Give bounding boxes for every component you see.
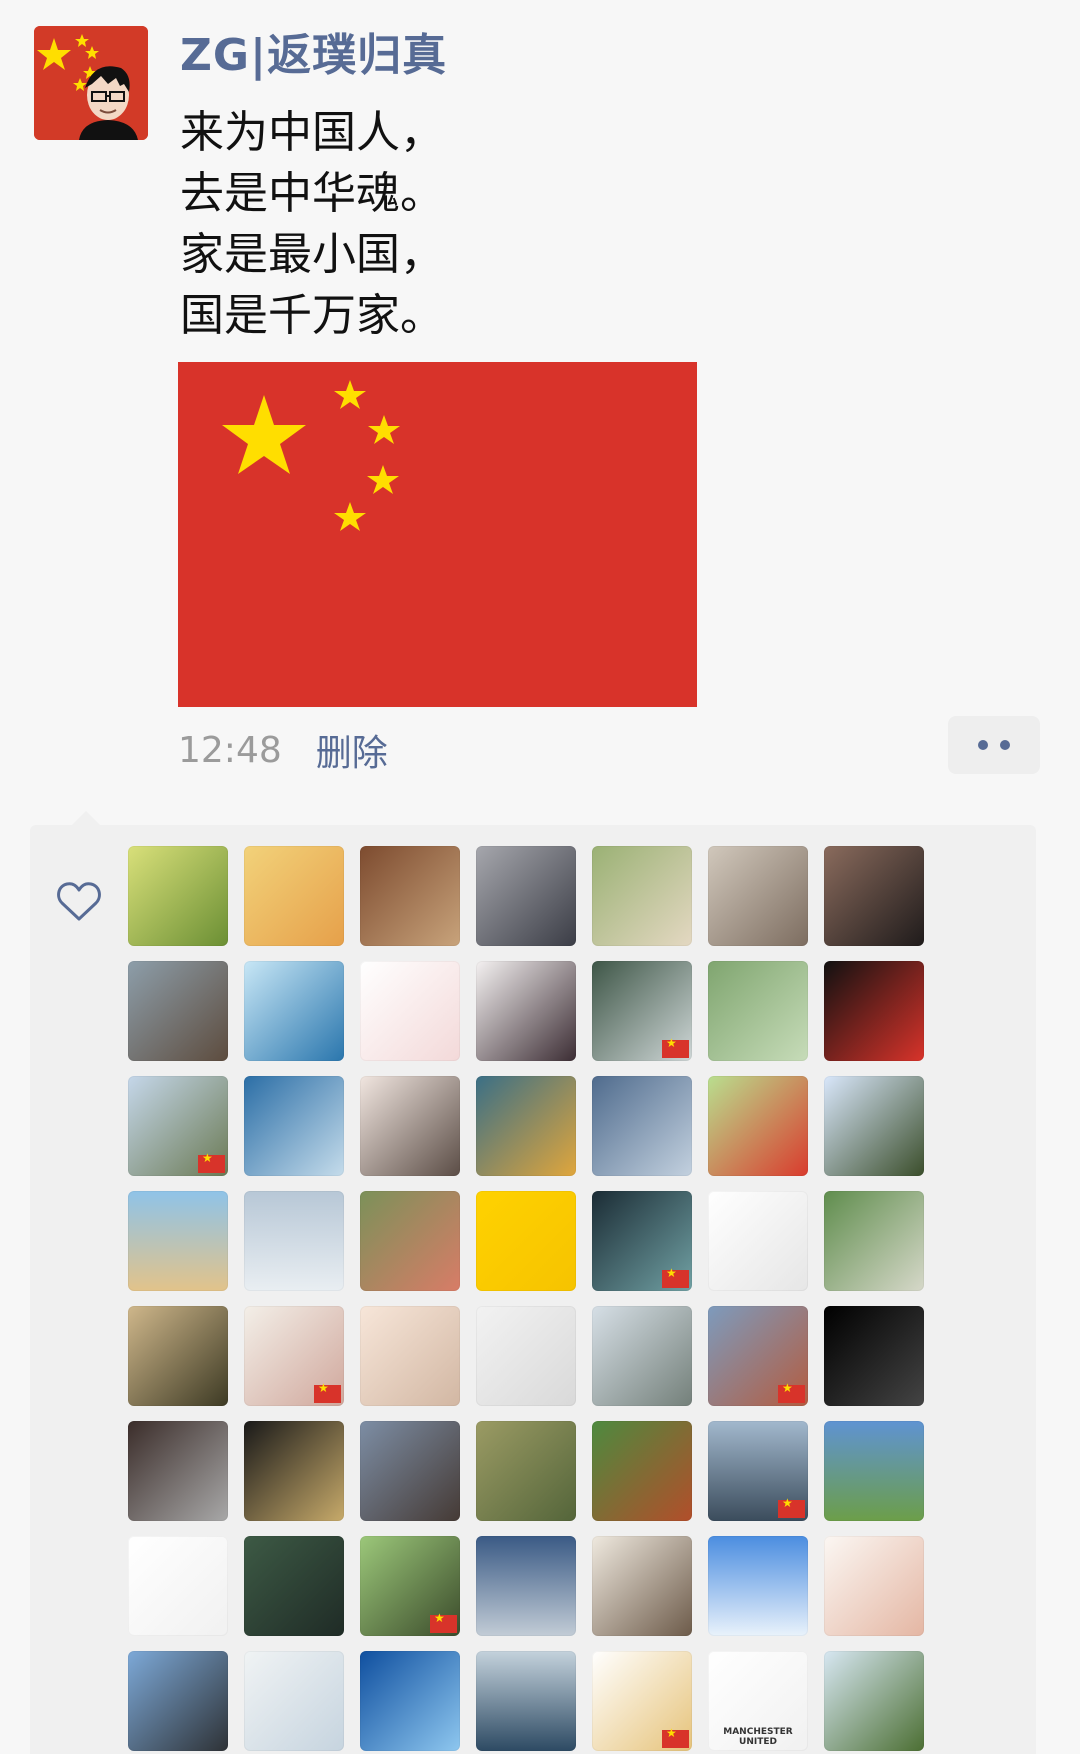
post-line: 家是最小国， — [180, 229, 444, 280]
liker-avatar[interactable] — [128, 1191, 228, 1291]
liker-avatar[interactable] — [708, 1306, 808, 1406]
liker-avatar[interactable] — [360, 961, 460, 1061]
liker-avatar[interactable] — [824, 1536, 924, 1636]
liker-avatar[interactable] — [360, 1191, 460, 1291]
liker-avatar[interactable] — [128, 961, 228, 1061]
post-line: 国是千万家。 — [180, 290, 444, 341]
liker-avatar[interactable] — [824, 961, 924, 1061]
liker-avatar[interactable] — [592, 846, 692, 946]
liker-avatar[interactable] — [592, 961, 692, 1061]
liker-avatar[interactable] — [128, 1306, 228, 1406]
liker-avatar[interactable] — [708, 1076, 808, 1176]
more-actions-button[interactable] — [948, 716, 1040, 774]
liker-avatar[interactable] — [708, 1191, 808, 1291]
liker-avatar[interactable]: MANCHESTER UNITED — [708, 1651, 808, 1751]
liker-avatar[interactable] — [244, 1191, 344, 1291]
liker-avatar-grid: MANCHESTER UNITED — [128, 846, 948, 1751]
china-flag-image[interactable] — [178, 362, 697, 707]
dot-icon — [1000, 740, 1010, 750]
liker-avatar[interactable] — [708, 1421, 808, 1521]
liker-avatar[interactable] — [244, 1421, 344, 1521]
liker-avatar[interactable] — [360, 1076, 460, 1176]
liker-avatar[interactable] — [592, 1536, 692, 1636]
liker-avatar[interactable] — [476, 1076, 576, 1176]
liker-avatar[interactable] — [244, 1536, 344, 1636]
liker-avatar[interactable] — [128, 1421, 228, 1521]
heart-icon — [57, 882, 101, 921]
author-avatar[interactable] — [34, 26, 148, 140]
liker-avatar[interactable] — [824, 1076, 924, 1176]
liker-avatar[interactable] — [128, 1076, 228, 1176]
china-flag-icon — [778, 1381, 805, 1403]
liker-avatar[interactable] — [708, 1536, 808, 1636]
post-meta: 12:48 删除 — [178, 722, 388, 778]
dot-icon — [978, 740, 988, 750]
liker-avatar[interactable] — [708, 961, 808, 1061]
post-line: 去是中华魂。 — [180, 168, 444, 219]
post-line: 来为中国人， — [180, 107, 444, 158]
liker-avatar[interactable] — [824, 846, 924, 946]
liker-avatar[interactable] — [592, 1306, 692, 1406]
liker-avatar[interactable] — [244, 961, 344, 1061]
liker-avatar[interactable] — [476, 1651, 576, 1751]
liker-avatar[interactable] — [824, 1651, 924, 1751]
post-time: 12:48 — [178, 729, 282, 771]
liker-avatar[interactable] — [360, 1421, 460, 1521]
liker-avatar[interactable] — [592, 1076, 692, 1176]
author-name[interactable]: ZG|返璞归真 — [180, 26, 447, 86]
liker-avatar[interactable] — [244, 846, 344, 946]
liker-avatar[interactable] — [708, 846, 808, 946]
liker-avatar[interactable] — [244, 1076, 344, 1176]
china-flag-icon — [430, 1611, 457, 1633]
liker-avatar[interactable] — [128, 846, 228, 946]
liker-avatar[interactable] — [476, 846, 576, 946]
liker-avatar[interactable] — [128, 1651, 228, 1751]
liker-avatar[interactable] — [592, 1191, 692, 1291]
liker-avatar[interactable] — [476, 1536, 576, 1636]
liker-avatar[interactable] — [128, 1536, 228, 1636]
liker-avatar[interactable] — [476, 1306, 576, 1406]
liker-avatar[interactable] — [592, 1421, 692, 1521]
liker-avatar[interactable] — [244, 1651, 344, 1751]
liker-avatar[interactable] — [360, 1536, 460, 1636]
liker-avatar[interactable] — [592, 1651, 692, 1751]
china-flag-icon — [662, 1036, 689, 1058]
delete-link[interactable]: 删除 — [316, 724, 388, 776]
china-flag-icon — [314, 1381, 341, 1403]
china-flag-icon — [662, 1266, 689, 1288]
post-text: 来为中国人， 去是中华魂。 家是最小国， 国是千万家。 — [180, 102, 444, 346]
liker-avatar[interactable] — [824, 1191, 924, 1291]
liker-avatar[interactable] — [824, 1421, 924, 1521]
liker-avatar[interactable] — [476, 1191, 576, 1291]
china-flag-icon — [198, 1151, 225, 1173]
liker-avatar[interactable] — [476, 1421, 576, 1521]
liker-avatar[interactable] — [360, 1651, 460, 1751]
liker-avatar[interactable] — [824, 1306, 924, 1406]
avatar-caption: MANCHESTER UNITED — [723, 1727, 793, 1747]
liker-avatar[interactable] — [360, 846, 460, 946]
china-flag-icon — [778, 1496, 805, 1518]
liker-avatar[interactable] — [476, 961, 576, 1061]
china-flag-icon — [662, 1726, 689, 1748]
liker-avatar[interactable] — [244, 1306, 344, 1406]
liker-avatar[interactable] — [360, 1306, 460, 1406]
